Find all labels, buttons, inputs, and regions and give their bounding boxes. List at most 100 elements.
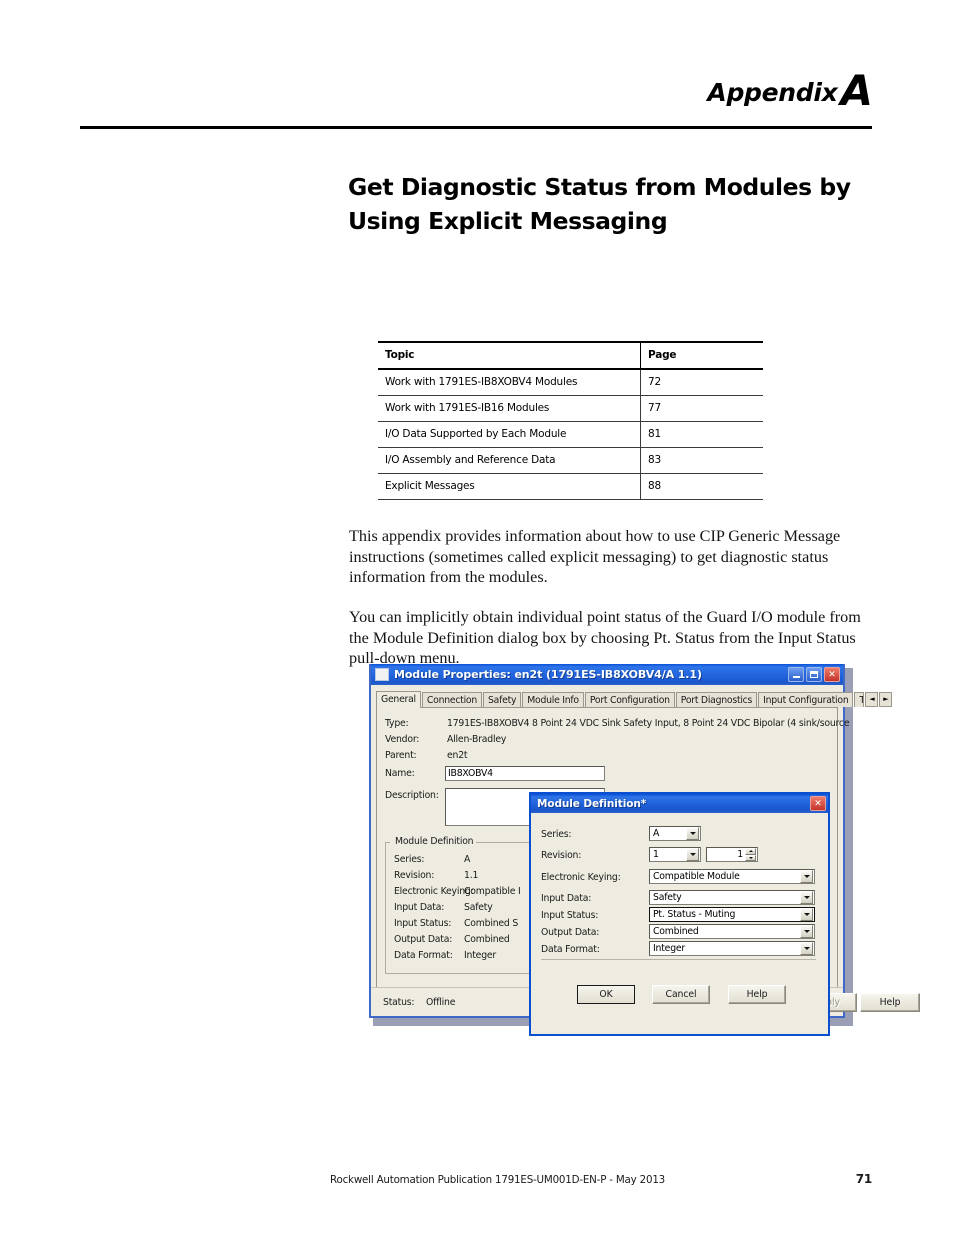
- table-row: Work with 1791ES-IB8XOBV4 Modules 72: [378, 369, 763, 396]
- module-properties-screenshot: Module Properties: en2t (1791ES-IB8XOBV4…: [369, 664, 920, 1036]
- page-footer: Rockwell Automation Publication 1791ES-U…: [330, 1172, 872, 1186]
- tab-module-info[interactable]: Module Info: [522, 692, 584, 707]
- parent-label: Parent:: [385, 750, 417, 761]
- cell-topic: I/O Assembly and Reference Data: [378, 447, 641, 474]
- appendix-heading: AppendixA: [80, 70, 873, 112]
- window-help-button[interactable]: Help: [860, 993, 920, 1012]
- cell-page: 72: [640, 369, 763, 396]
- parent-value: en2t: [447, 750, 468, 761]
- md-electronic-keying-label: Electronic Keying:: [394, 886, 474, 897]
- md-input-status-value: Combined S: [464, 918, 519, 929]
- electronic-keying-combobox-value: Compatible Module: [653, 871, 740, 882]
- cell-page: 81: [640, 421, 763, 448]
- dialog-ok-button[interactable]: OK: [577, 985, 635, 1004]
- revision-combobox[interactable]: 1: [649, 847, 701, 862]
- input-status-combobox[interactable]: Pt. Status - Muting: [649, 907, 815, 922]
- window-client-area: General Connection Safety Module Info Po…: [371, 685, 920, 1036]
- data-format-combobox[interactable]: Integer: [649, 941, 815, 956]
- dialog-help-button[interactable]: Help: [728, 985, 786, 1004]
- dialog-titlebar[interactable]: Module Definition* ✕: [531, 794, 828, 813]
- intro-paragraph: This appendix provides information about…: [349, 527, 841, 587]
- minimize-icon[interactable]: [788, 667, 804, 682]
- data-format-combobox-value: Integer: [653, 943, 686, 954]
- dialog-separator: [541, 959, 816, 960]
- chevron-down-icon[interactable]: [800, 891, 813, 904]
- spinner-buttons: [745, 848, 756, 861]
- output-data-combobox[interactable]: Combined: [649, 924, 815, 939]
- page-number: 71: [855, 1172, 873, 1186]
- dialog-input-data-label: Input Data:: [541, 893, 592, 904]
- cell-page: 83: [640, 447, 763, 474]
- tab-general[interactable]: General: [376, 691, 421, 708]
- status-value: Offline: [426, 997, 456, 1008]
- input-data-combobox[interactable]: Safety: [649, 890, 815, 905]
- output-data-combobox-value: Combined: [653, 926, 699, 937]
- chevron-down-icon[interactable]: [800, 870, 813, 883]
- chevron-down-icon[interactable]: [686, 827, 699, 840]
- series-combobox-value: A: [653, 828, 660, 839]
- table-row: Explicit Messages 88: [378, 473, 763, 500]
- dialog-revision-label: Revision:: [541, 850, 582, 861]
- tab-safety[interactable]: Safety: [483, 692, 522, 707]
- window-titlebar[interactable]: Module Properties: en2t (1791ES-IB8XOBV4…: [371, 664, 843, 685]
- dialog-input-status-label: Input Status:: [541, 910, 599, 921]
- md-output-data-value: Combined: [464, 934, 510, 945]
- chevron-down-icon[interactable]: [686, 848, 699, 861]
- tab-port-diagnostics[interactable]: Port Diagnostics: [675, 692, 758, 707]
- name-label: Name:: [385, 768, 415, 779]
- dialog-electronic-keying-label: Electronic Keying:: [541, 872, 621, 883]
- table-row: I/O Assembly and Reference Data 83: [378, 447, 763, 474]
- column-header-page: Page: [640, 341, 763, 370]
- chevron-down-icon[interactable]: [800, 908, 813, 921]
- dialog-close-icon[interactable]: ✕: [810, 796, 826, 811]
- appendix-word: Appendix: [707, 78, 838, 107]
- dialog-data-format-label: Data Format:: [541, 944, 600, 955]
- publication-info: Rockwell Automation Publication 1791ES-U…: [330, 1174, 666, 1186]
- appendix-letter: A: [840, 66, 873, 115]
- type-value: 1791ES-IB8XOBV4 8 Point 24 VDC Sink Safe…: [447, 718, 850, 729]
- window-app-icon: [375, 668, 389, 681]
- md-output-data-label: Output Data:: [394, 934, 453, 945]
- module-properties-window: Module Properties: en2t (1791ES-IB8XOBV4…: [369, 664, 920, 1036]
- tab-scroll-buttons: ◄ ►: [865, 692, 893, 707]
- column-header-topic: Topic: [378, 341, 641, 370]
- dialog-series-label: Series:: [541, 829, 572, 840]
- page-title: Get Diagnostic Status from Modules by Us…: [348, 173, 851, 235]
- cell-page: 77: [640, 395, 763, 422]
- topic-table: Topic Page Work with 1791ES-IB8XOBV4 Mod…: [378, 341, 763, 500]
- input-data-combobox-value: Safety: [653, 892, 682, 903]
- status-label: Status:: [383, 997, 415, 1008]
- scroll-left-icon[interactable]: ◄: [865, 692, 879, 707]
- tab-port-configuration[interactable]: Port Configuration: [584, 692, 675, 707]
- module-definition-groupbox-title: Module Definition: [392, 836, 477, 847]
- tab-strip: General Connection Safety Module Info Po…: [376, 689, 893, 708]
- vendor-value: Allen-Bradley: [447, 734, 507, 745]
- tab-connection[interactable]: Connection: [421, 692, 482, 707]
- instruction-paragraph: You can implicitly obtain individual poi…: [349, 608, 861, 668]
- md-revision-label: Revision:: [394, 870, 435, 881]
- dialog-body: Series: A Revision: 1 1 Electronic Keyin…: [531, 813, 828, 1034]
- table-row: Work with 1791ES-IB16 Modules 77: [378, 395, 763, 422]
- electronic-keying-combobox[interactable]: Compatible Module: [649, 869, 815, 884]
- table-row: I/O Data Supported by Each Module 81: [378, 421, 763, 448]
- revision-minor-spinner[interactable]: 1: [706, 847, 758, 862]
- md-input-data-label: Input Data:: [394, 902, 445, 913]
- chevron-down-icon[interactable]: [800, 925, 813, 938]
- close-icon[interactable]: ✕: [824, 667, 840, 682]
- dialog-output-data-label: Output Data:: [541, 927, 600, 938]
- name-input[interactable]: IB8XOBV4: [445, 766, 605, 781]
- tab-test-output[interactable]: Test Outpu: [854, 692, 865, 707]
- input-status-combobox-value: Pt. Status - Muting: [653, 909, 736, 920]
- md-data-format-label: Data Format:: [394, 950, 453, 961]
- cell-topic: Explicit Messages: [378, 473, 641, 500]
- type-label: Type:: [385, 718, 409, 729]
- chevron-down-icon[interactable]: [800, 942, 813, 955]
- table-header-row: Topic Page: [378, 341, 763, 370]
- spinner-down-icon[interactable]: [745, 854, 756, 861]
- series-combobox[interactable]: A: [649, 826, 701, 841]
- dialog-cancel-button[interactable]: Cancel: [652, 985, 710, 1004]
- maximize-icon[interactable]: [806, 667, 822, 682]
- tab-input-configuration[interactable]: Input Configuration: [758, 692, 854, 707]
- scroll-right-icon[interactable]: ►: [879, 692, 893, 707]
- revision-combobox-value: 1: [653, 849, 659, 860]
